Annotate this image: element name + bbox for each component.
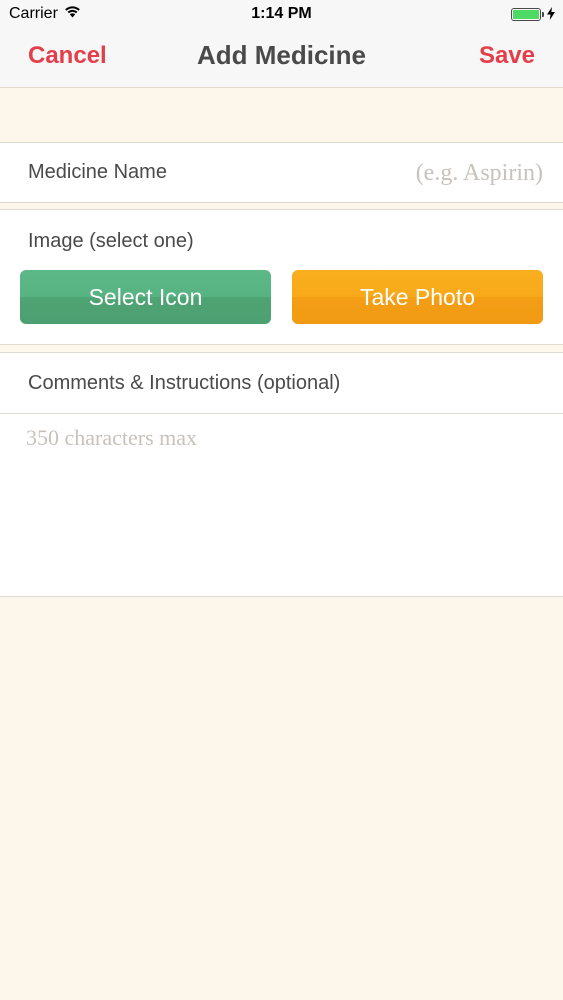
comments-section: Comments & Instructions (optional) (0, 352, 563, 597)
battery-indicator (511, 7, 555, 22)
battery-tip (542, 12, 544, 17)
medicine-name-input[interactable] (243, 155, 543, 191)
save-button[interactable]: Save (479, 42, 535, 70)
medicine-name-section: Medicine Name (0, 142, 563, 203)
battery-icon (511, 8, 541, 21)
divider (0, 413, 563, 414)
charging-icon (547, 7, 555, 22)
comments-label: Comments & Instructions (optional) (28, 372, 341, 394)
select-icon-button[interactable]: Select Icon (20, 270, 271, 324)
status-bar: Carrier 1:14 PM (0, 0, 563, 30)
take-photo-button[interactable]: Take Photo (292, 270, 543, 324)
comments-textarea[interactable] (26, 425, 536, 575)
navigation-bar: Cancel Add Medicine Save (0, 30, 563, 88)
medicine-name-label: Medicine Name (28, 161, 167, 183)
battery-fill (513, 10, 539, 19)
image-section: Image (select one) Select Icon Take Phot… (0, 209, 563, 345)
status-time: 1:14 PM (251, 5, 312, 22)
image-label: Image (select one) (28, 230, 194, 252)
